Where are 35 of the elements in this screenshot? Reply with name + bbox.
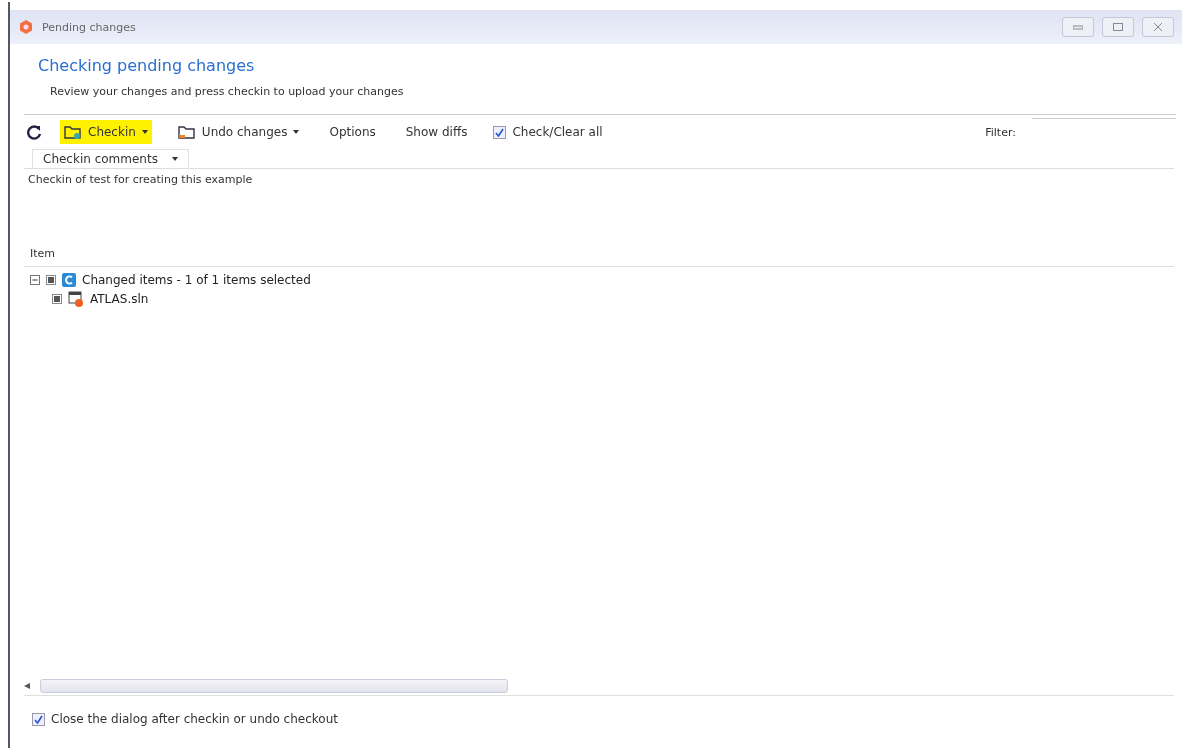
column-header[interactable]: Item <box>30 247 56 260</box>
horizontal-scrollbar[interactable] <box>24 677 1174 696</box>
folder-icon <box>177 124 196 140</box>
filter-label: Filter: <box>985 125 1016 139</box>
caret-icon <box>171 157 178 161</box>
folder-icon <box>64 124 82 140</box>
window-title: Pending changes <box>42 20 137 34</box>
solution-file-icon <box>68 291 84 307</box>
maximize-button[interactable] <box>1102 17 1134 37</box>
dialog-description: Review your changes and press checkin to upload your changes <box>49 85 405 98</box>
toolbar-button[interactable]: Show diffs <box>401 120 472 144</box>
app-logo-icon <box>18 19 34 35</box>
checkbox[interactable] <box>52 294 62 304</box>
checkbox[interactable] <box>46 275 56 285</box>
maximize-icon <box>1113 23 1123 31</box>
toolbar-button[interactable]: Checkin <box>60 120 152 144</box>
collapse-button[interactable] <box>30 275 40 285</box>
refresh-button[interactable] <box>24 122 44 142</box>
refresh-icon <box>26 124 42 140</box>
scrollbar-thumb[interactable] <box>40 679 508 693</box>
comments-dropdown[interactable]: Checkin comments <box>32 149 189 168</box>
checkbox-label: Check/Clear all <box>512 125 603 139</box>
tree-item-label: Changed items - 1 of 1 items selected <box>82 273 311 287</box>
toolbar-button[interactable]: Undo changes <box>173 120 304 144</box>
minimize-icon <box>1073 24 1083 30</box>
checkbox-label: Close the dialog after checkin or undo checkout <box>51 712 338 726</box>
toolbar-button[interactable]: Options <box>325 120 380 144</box>
scroll-left-icon <box>24 683 30 689</box>
tree-item-label: ATLAS.sln <box>90 292 149 306</box>
checkbox[interactable] <box>32 712 45 726</box>
checkbox[interactable] <box>493 125 507 139</box>
close-button[interactable] <box>1142 17 1174 37</box>
dialog-heading: Checking pending changes <box>38 56 256 75</box>
category-icon <box>62 273 76 287</box>
close-icon <box>1153 23 1163 31</box>
